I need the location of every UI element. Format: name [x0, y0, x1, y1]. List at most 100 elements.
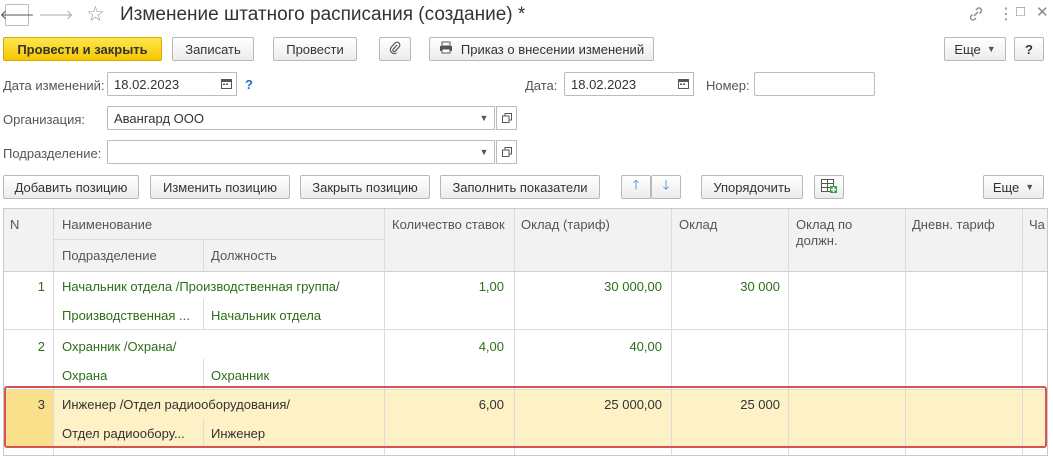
- help-button[interactable]: ?: [1014, 37, 1044, 61]
- paperclip-icon: [388, 41, 402, 58]
- maximize-icon[interactable]: □: [1016, 3, 1025, 20]
- row1-name[interactable]: Начальник отдела /Производственная групп…: [62, 279, 380, 294]
- post-and-close-button[interactable]: Провести и закрыть: [3, 37, 162, 61]
- chevron-down-icon: ▼: [479, 147, 489, 157]
- save-label: Записать: [185, 41, 241, 57]
- open-icon: [501, 145, 512, 160]
- date-value: 18.02.2023: [571, 76, 637, 92]
- department-open-button[interactable]: [496, 140, 517, 164]
- attach-button[interactable]: [379, 37, 411, 61]
- header-n[interactable]: N: [10, 217, 50, 232]
- arrow-down-icon: 🡓: [662, 177, 670, 192]
- more-button[interactable]: Еще ▼: [944, 37, 1006, 61]
- close-position-button[interactable]: Закрыть позицию: [300, 175, 430, 199]
- row1-tariff[interactable]: 30 000,00: [519, 279, 662, 294]
- number-field[interactable]: [754, 72, 875, 96]
- post-button[interactable]: Провести: [273, 37, 357, 61]
- number-label: Номер:: [706, 78, 750, 93]
- forward-button[interactable]: 🡒: [39, 4, 73, 26]
- header-rates[interactable]: Количество ставок: [392, 217, 512, 232]
- chevron-down-icon: ▼: [479, 113, 489, 123]
- change-date-calendar-button[interactable]: [216, 72, 237, 96]
- header-salary-by-position-1[interactable]: Оклад по: [796, 217, 901, 232]
- sort-label: Упорядочить: [713, 179, 791, 195]
- save-button[interactable]: Записать: [172, 37, 254, 61]
- row1-position[interactable]: Начальник отдела: [211, 308, 381, 323]
- date-calendar-button[interactable]: [673, 72, 694, 96]
- edit-position-label: Изменить позицию: [162, 179, 278, 195]
- open-icon: [501, 111, 512, 126]
- print-order-label: Приказ о внесении изменений: [460, 41, 645, 57]
- move-down-button[interactable]: 🡓: [651, 175, 681, 199]
- date-label: Дата:: [525, 78, 558, 93]
- row3-n[interactable]: 3: [4, 397, 45, 412]
- link-icon[interactable]: [968, 6, 984, 26]
- more-label: Еще: [954, 41, 981, 57]
- calendar-icon: [220, 77, 232, 92]
- printer-icon: [439, 41, 453, 57]
- row1-department[interactable]: Производственная ...: [62, 308, 197, 323]
- row1-rates[interactable]: 1,00: [389, 279, 504, 294]
- header-name[interactable]: Наименование: [62, 217, 362, 232]
- fill-indicators-label: Заполнить показатели: [452, 179, 588, 195]
- header-salary-by-position-2: должн.: [796, 233, 838, 248]
- header-extra[interactable]: Ча: [1029, 217, 1047, 232]
- organization-dropdown-button[interactable]: ▼: [474, 106, 495, 130]
- row3-name[interactable]: Инженер /Отдел радиооборудования/: [62, 397, 380, 412]
- table-more-label: Еще: [992, 179, 1020, 195]
- arrow-right-icon: 🡒: [38, 7, 74, 22]
- row3-position[interactable]: Инженер: [211, 426, 381, 441]
- print-order-button[interactable]: Приказ о внесении изменений: [429, 37, 654, 61]
- add-position-label: Добавить позицию: [14, 179, 128, 195]
- header-department[interactable]: Подразделение: [62, 248, 197, 263]
- row1-n[interactable]: 1: [4, 279, 45, 294]
- organization-field[interactable]: Авангард ООО: [107, 106, 475, 130]
- row3-department[interactable]: Отдел радиообору...: [62, 426, 197, 441]
- row3-salary[interactable]: 25 000: [676, 397, 780, 412]
- help-label: ?: [1025, 41, 1033, 57]
- chevron-down-icon: ▼: [986, 44, 996, 54]
- department-field[interactable]: [107, 140, 475, 164]
- edit-position-button[interactable]: Изменить позицию: [150, 175, 290, 199]
- row2-name[interactable]: Охранник /Охрана/: [62, 339, 380, 354]
- post-label: Провести: [286, 41, 344, 57]
- change-date-field[interactable]: 18.02.2023: [107, 72, 217, 96]
- sort-button[interactable]: Упорядочить: [701, 175, 803, 199]
- positions-table[interactable]: N Наименование Подразделение Должность К…: [3, 208, 1048, 456]
- row3-rates[interactable]: 6,00: [389, 397, 504, 412]
- organization-value: Авангард ООО: [114, 110, 204, 126]
- row2-rates[interactable]: 4,00: [389, 339, 504, 354]
- more-icon[interactable]: ⋮: [998, 4, 1014, 24]
- chevron-down-icon: ▼: [1025, 182, 1035, 192]
- table-more-button[interactable]: Еще ▼: [983, 175, 1044, 199]
- table-settings-button[interactable]: [814, 175, 844, 199]
- add-position-button[interactable]: Добавить позицию: [3, 175, 139, 199]
- header-salary[interactable]: Оклад: [679, 217, 779, 232]
- organization-label: Организация:: [3, 112, 86, 127]
- header-tariff[interactable]: Оклад (тариф): [521, 217, 666, 232]
- header-day-tariff[interactable]: Дневн. тариф: [912, 217, 1017, 232]
- header-position[interactable]: Должность: [211, 248, 381, 263]
- row2-department[interactable]: Охрана: [62, 368, 197, 383]
- close-icon[interactable]: ✕: [1036, 3, 1049, 21]
- post-and-close-label: Провести и закрыть: [17, 41, 148, 57]
- row3-tariff[interactable]: 25 000,00: [519, 397, 662, 412]
- help-mark-link[interactable]: ?: [245, 77, 253, 92]
- move-up-button[interactable]: 🡑: [621, 175, 651, 199]
- row2-position[interactable]: Охранник: [211, 368, 381, 383]
- window-title: Изменение штатного расписания (создание)…: [120, 4, 526, 25]
- organization-open-button[interactable]: [496, 106, 517, 130]
- arrow-left-icon: 🡐: [0, 7, 35, 22]
- date-field[interactable]: 18.02.2023: [564, 72, 674, 96]
- star-icon[interactable]: ☆: [86, 2, 105, 27]
- calendar-icon: [677, 77, 689, 92]
- back-button[interactable]: 🡐: [0, 4, 34, 26]
- table-settings-icon: [821, 178, 837, 196]
- fill-indicators-button[interactable]: Заполнить показатели: [440, 175, 600, 199]
- row2-tariff[interactable]: 40,00: [519, 339, 662, 354]
- change-date-value: 18.02.2023: [114, 76, 180, 92]
- row2-n[interactable]: 2: [4, 339, 45, 354]
- department-dropdown-button[interactable]: ▼: [474, 140, 495, 164]
- row1-salary[interactable]: 30 000: [676, 279, 780, 294]
- arrow-up-icon: 🡑: [632, 177, 640, 192]
